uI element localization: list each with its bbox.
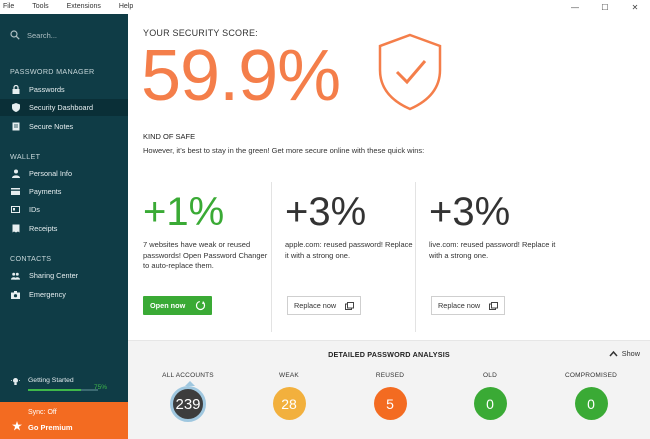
sidebar-item-security-dashboard[interactable]: Security Dashboard xyxy=(0,99,128,116)
lock-icon xyxy=(11,85,20,94)
shield-check-icon xyxy=(378,33,442,111)
menu-bar: File Tools Extensions Help — ☐ ✕ xyxy=(0,0,650,14)
window-controls: — ☐ ✕ xyxy=(560,0,650,14)
sidebar-item-payments[interactable]: Payments xyxy=(0,183,128,200)
safety-level: KIND OF SAFE xyxy=(143,132,196,141)
go-premium-panel[interactable]: Sync: Off Go Premium xyxy=(0,402,128,439)
shield-icon xyxy=(11,103,20,112)
button-label: Open now xyxy=(150,301,186,310)
card-divider xyxy=(271,182,272,332)
sidebar-item-label: IDs xyxy=(29,205,40,214)
stat-compromised[interactable]: COMPROMISED 0 xyxy=(551,372,631,420)
open-now-button[interactable]: Open now xyxy=(143,296,212,315)
quick-win-card: +3% apple.com: reused password! Replace … xyxy=(285,178,430,328)
quick-win-description: live.com: reused password! Replace it wi… xyxy=(429,240,556,260)
stat-value: 0 xyxy=(574,387,608,420)
getting-started-percent: 75% xyxy=(94,384,108,391)
stat-weak[interactable]: WEAK 28 xyxy=(249,372,329,420)
score-gain: +3% xyxy=(285,190,367,234)
person-icon xyxy=(11,169,20,178)
stat-value: 0 xyxy=(473,387,507,420)
menu-file[interactable]: File xyxy=(3,0,14,14)
analysis-title: DETAILED PASSWORD ANALYSIS xyxy=(328,350,450,359)
lightbulb-icon xyxy=(11,378,20,385)
refresh-icon xyxy=(195,300,206,311)
maximize-icon[interactable]: ☐ xyxy=(590,0,620,14)
selected-pointer xyxy=(185,381,195,386)
security-score: 59.9% xyxy=(141,36,341,116)
section-wallet: WALLET xyxy=(10,152,41,161)
advice-text: However, it’s best to stay in the green!… xyxy=(143,146,425,155)
stat-value: 239 xyxy=(170,386,206,422)
getting-started-label: Getting Started xyxy=(28,377,74,384)
stat-value: 5 xyxy=(373,387,407,420)
stat-label: REUSED xyxy=(375,372,405,379)
id-card-icon xyxy=(11,205,20,214)
search-icon xyxy=(10,30,20,40)
star-icon xyxy=(12,421,22,431)
stat-value: 28 xyxy=(272,387,306,420)
button-label: Replace now xyxy=(294,301,337,310)
sidebar-item-label: Personal Info xyxy=(29,169,72,178)
note-icon xyxy=(11,122,20,131)
password-analysis-panel: DETAILED PASSWORD ANALYSIS Show ALL ACCO… xyxy=(128,340,650,439)
score-gain: +3% xyxy=(429,190,511,234)
card-divider xyxy=(415,182,416,332)
sidebar: Search... PASSWORD MANAGER Passwords Sec… xyxy=(0,14,128,439)
section-password-manager: PASSWORD MANAGER xyxy=(10,67,95,76)
window-icon xyxy=(345,302,354,310)
sidebar-item-sharing-center[interactable]: Sharing Center xyxy=(0,267,128,284)
sidebar-item-receipts[interactable]: Receipts xyxy=(0,220,128,237)
show-label: Show xyxy=(621,349,640,358)
score-gain: +1% xyxy=(143,190,225,234)
sidebar-item-secure-notes[interactable]: Secure Notes xyxy=(0,118,128,135)
sidebar-item-label: Emergency xyxy=(29,290,66,299)
stat-label: WEAK xyxy=(279,372,299,379)
button-label: Replace now xyxy=(438,301,481,310)
getting-started-progress xyxy=(28,389,98,391)
sidebar-item-label: Passwords xyxy=(29,85,65,94)
search-box[interactable]: Search... xyxy=(0,24,128,46)
quick-win-card: +3% live.com: reused password! Replace i… xyxy=(429,178,574,328)
stat-all-accounts[interactable]: ALL ACCOUNTS 239 xyxy=(148,372,228,422)
search-input[interactable]: Search... xyxy=(27,31,57,40)
replace-now-button[interactable]: Replace now xyxy=(431,296,505,315)
quick-win-card: +1% 7 websites have weak or reused passw… xyxy=(143,178,288,328)
menu-tools[interactable]: Tools xyxy=(32,0,48,14)
sync-status: Sync: Off xyxy=(28,409,57,416)
stat-old[interactable]: OLD 0 xyxy=(450,372,530,420)
stat-reused[interactable]: REUSED 5 xyxy=(350,372,430,420)
people-icon xyxy=(11,271,20,280)
sidebar-item-emergency[interactable]: Emergency xyxy=(0,286,128,303)
menu-help[interactable]: Help xyxy=(119,0,133,14)
credit-card-icon xyxy=(11,187,20,196)
minimize-icon[interactable]: — xyxy=(560,0,590,14)
replace-now-button[interactable]: Replace now xyxy=(287,296,361,315)
camera-icon xyxy=(11,290,20,299)
sidebar-item-ids[interactable]: IDs xyxy=(0,201,128,218)
quick-win-description: 7 websites have weak or reused passwords… xyxy=(143,240,268,270)
sidebar-item-passwords[interactable]: Passwords xyxy=(0,81,128,98)
go-premium-button[interactable]: Go Premium xyxy=(28,423,73,432)
sidebar-item-label: Receipts xyxy=(29,224,58,233)
sidebar-item-label: Sharing Center xyxy=(29,271,79,280)
window-icon xyxy=(489,302,498,310)
main-panel: YOUR SECURITY SCORE: 59.9% KIND OF SAFE … xyxy=(128,14,650,439)
quick-win-description: apple.com: reused password! Replace it w… xyxy=(285,240,413,260)
receipt-icon xyxy=(11,224,20,233)
chevron-up-icon xyxy=(609,350,618,357)
section-contacts: CONTACTS xyxy=(10,254,52,263)
sidebar-item-label: Secure Notes xyxy=(29,122,74,131)
sidebar-item-label: Security Dashboard xyxy=(29,103,94,112)
close-icon[interactable]: ✕ xyxy=(620,0,650,14)
sidebar-item-personal-info[interactable]: Personal Info xyxy=(0,165,128,182)
show-toggle[interactable]: Show xyxy=(609,349,640,358)
stat-label: OLD xyxy=(483,372,497,379)
menu-extensions[interactable]: Extensions xyxy=(67,0,101,14)
sidebar-item-label: Payments xyxy=(29,187,62,196)
stat-label: COMPROMISED xyxy=(564,372,618,379)
